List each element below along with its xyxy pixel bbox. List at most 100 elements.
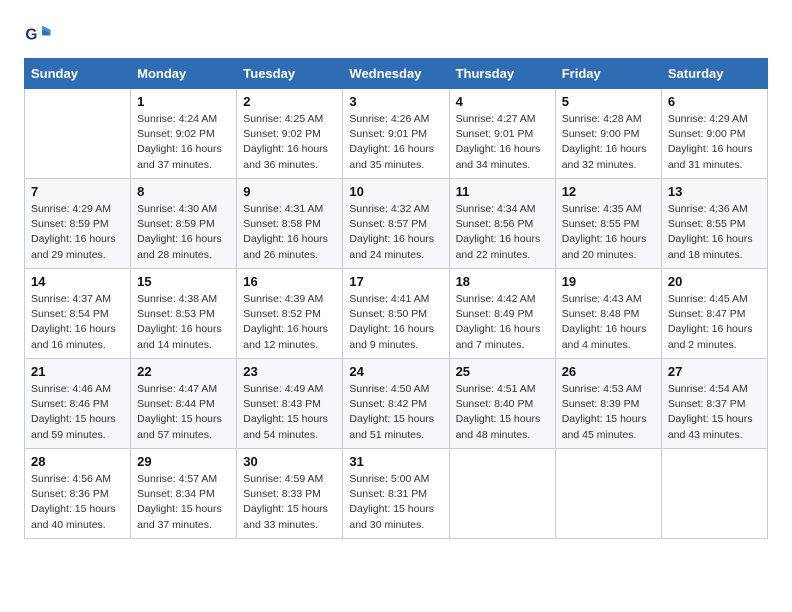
calendar-week-row: 28 Sunrise: 4:56 AM Sunset: 8:36 PM Dayli… [25, 449, 768, 539]
day-info: Sunrise: 4:53 AM Sunset: 8:39 PM Dayligh… [562, 382, 655, 443]
day-info: Sunrise: 4:42 AM Sunset: 8:49 PM Dayligh… [456, 292, 549, 353]
day-number: 9 [243, 184, 336, 199]
calendar-cell: 31Sunrise: 5:00 AM Sunset: 8:31 PM Dayli… [343, 449, 449, 539]
day-number: 14 [31, 274, 124, 289]
calendar-cell: 26 Sunrise: 4:53 AM Sunset: 8:39 PM Dayli… [555, 359, 661, 449]
calendar-cell [25, 89, 131, 179]
calendar-cell: 19 Sunrise: 4:43 AM Sunset: 8:48 PM Dayli… [555, 269, 661, 359]
weekday-header: Saturday [661, 59, 767, 89]
calendar-cell: 29 Sunrise: 4:57 AM Sunset: 8:34 PM Dayli… [131, 449, 237, 539]
day-number: 5 [562, 94, 655, 109]
day-info: Sunrise: 4:29 AM Sunset: 9:00 PM Dayligh… [668, 112, 761, 173]
day-info: Sunrise: 4:46 AM Sunset: 8:46 PM Dayligh… [31, 382, 124, 443]
day-number: 23 [243, 364, 336, 379]
day-number: 7 [31, 184, 124, 199]
calendar-cell [661, 449, 767, 539]
day-info: Sunrise: 4:24 AM Sunset: 9:02 PM Dayligh… [137, 112, 230, 173]
day-info: Sunrise: 4:34 AM Sunset: 8:56 PM Dayligh… [456, 202, 549, 263]
weekday-header: Tuesday [237, 59, 343, 89]
calendar-cell: 18Sunrise: 4:42 AM Sunset: 8:49 PM Dayli… [449, 269, 555, 359]
weekday-header: Monday [131, 59, 237, 89]
day-number: 12 [562, 184, 655, 199]
calendar-cell: 16 Sunrise: 4:39 AM Sunset: 8:52 PM Dayli… [237, 269, 343, 359]
calendar-cell: 15 Sunrise: 4:38 AM Sunset: 8:53 PM Dayli… [131, 269, 237, 359]
calendar-week-row: 21 Sunrise: 4:46 AM Sunset: 8:46 PM Dayli… [25, 359, 768, 449]
day-info: Sunrise: 4:49 AM Sunset: 8:43 PM Dayligh… [243, 382, 336, 443]
day-info: Sunrise: 4:56 AM Sunset: 8:36 PM Dayligh… [31, 472, 124, 533]
day-info: Sunrise: 4:35 AM Sunset: 8:55 PM Dayligh… [562, 202, 655, 263]
day-number: 6 [668, 94, 761, 109]
calendar-cell: 7 Sunrise: 4:29 AM Sunset: 8:59 PM Daylig… [25, 179, 131, 269]
day-info: Sunrise: 4:59 AM Sunset: 8:33 PM Dayligh… [243, 472, 336, 533]
day-number: 10 [349, 184, 442, 199]
day-number: 27 [668, 364, 761, 379]
calendar-cell: 6 Sunrise: 4:29 AM Sunset: 9:00 PM Daylig… [661, 89, 767, 179]
calendar-cell: 1Sunrise: 4:24 AM Sunset: 9:02 PM Daylig… [131, 89, 237, 179]
calendar-week-row: 14 Sunrise: 4:37 AM Sunset: 8:54 PM Dayli… [25, 269, 768, 359]
logo-icon: G [24, 20, 52, 48]
day-number: 26 [562, 364, 655, 379]
calendar-cell: 14 Sunrise: 4:37 AM Sunset: 8:54 PM Dayli… [25, 269, 131, 359]
day-number: 31 [349, 454, 442, 469]
day-number: 16 [243, 274, 336, 289]
day-number: 21 [31, 364, 124, 379]
day-info: Sunrise: 4:57 AM Sunset: 8:34 PM Dayligh… [137, 472, 230, 533]
logo: G [24, 20, 56, 48]
calendar-cell: 27 Sunrise: 4:54 AM Sunset: 8:37 PM Dayli… [661, 359, 767, 449]
calendar-table: SundayMondayTuesdayWednesdayThursdayFrid… [24, 58, 768, 539]
calendar-cell: 21 Sunrise: 4:46 AM Sunset: 8:46 PM Dayli… [25, 359, 131, 449]
day-info: Sunrise: 4:26 AM Sunset: 9:01 PM Dayligh… [349, 112, 442, 173]
calendar-cell: 8Sunrise: 4:30 AM Sunset: 8:59 PM Daylig… [131, 179, 237, 269]
header: G [24, 20, 768, 48]
day-info: Sunrise: 4:32 AM Sunset: 8:57 PM Dayligh… [349, 202, 442, 263]
svg-text:G: G [25, 27, 37, 44]
calendar-cell [449, 449, 555, 539]
calendar-cell: 28 Sunrise: 4:56 AM Sunset: 8:36 PM Dayli… [25, 449, 131, 539]
calendar-cell: 13Sunrise: 4:36 AM Sunset: 8:55 PM Dayli… [661, 179, 767, 269]
calendar-cell: 4 Sunrise: 4:27 AM Sunset: 9:01 PM Daylig… [449, 89, 555, 179]
calendar-cell: 20 Sunrise: 4:45 AM Sunset: 8:47 PM Dayli… [661, 269, 767, 359]
day-info: Sunrise: 4:39 AM Sunset: 8:52 PM Dayligh… [243, 292, 336, 353]
day-info: Sunrise: 4:31 AM Sunset: 8:58 PM Dayligh… [243, 202, 336, 263]
day-number: 3 [349, 94, 442, 109]
calendar-cell: 30 Sunrise: 4:59 AM Sunset: 8:33 PM Dayli… [237, 449, 343, 539]
calendar-cell: 22Sunrise: 4:47 AM Sunset: 8:44 PM Dayli… [131, 359, 237, 449]
weekday-header: Friday [555, 59, 661, 89]
day-info: Sunrise: 4:27 AM Sunset: 9:01 PM Dayligh… [456, 112, 549, 173]
day-number: 29 [137, 454, 230, 469]
day-info: Sunrise: 4:47 AM Sunset: 8:44 PM Dayligh… [137, 382, 230, 443]
day-info: Sunrise: 4:41 AM Sunset: 8:50 PM Dayligh… [349, 292, 442, 353]
day-number: 2 [243, 94, 336, 109]
day-number: 19 [562, 274, 655, 289]
day-number: 4 [456, 94, 549, 109]
calendar-cell: 10 Sunrise: 4:32 AM Sunset: 8:57 PM Dayli… [343, 179, 449, 269]
calendar-cell [555, 449, 661, 539]
calendar-header: SundayMondayTuesdayWednesdayThursdayFrid… [25, 59, 768, 89]
calendar-week-row: 7 Sunrise: 4:29 AM Sunset: 8:59 PM Daylig… [25, 179, 768, 269]
day-info: Sunrise: 4:54 AM Sunset: 8:37 PM Dayligh… [668, 382, 761, 443]
calendar-cell: 24 Sunrise: 4:50 AM Sunset: 8:42 PM Dayli… [343, 359, 449, 449]
day-info: Sunrise: 4:50 AM Sunset: 8:42 PM Dayligh… [349, 382, 442, 443]
day-number: 15 [137, 274, 230, 289]
day-info: Sunrise: 4:38 AM Sunset: 8:53 PM Dayligh… [137, 292, 230, 353]
day-number: 25 [456, 364, 549, 379]
calendar-week-row: 1Sunrise: 4:24 AM Sunset: 9:02 PM Daylig… [25, 89, 768, 179]
weekday-header: Thursday [449, 59, 555, 89]
day-number: 24 [349, 364, 442, 379]
weekday-header: Wednesday [343, 59, 449, 89]
day-number: 28 [31, 454, 124, 469]
day-info: Sunrise: 4:51 AM Sunset: 8:40 PM Dayligh… [456, 382, 549, 443]
weekday-row: SundayMondayTuesdayWednesdayThursdayFrid… [25, 59, 768, 89]
calendar-cell: 17Sunrise: 4:41 AM Sunset: 8:50 PM Dayli… [343, 269, 449, 359]
calendar-cell: 3 Sunrise: 4:26 AM Sunset: 9:01 PM Daylig… [343, 89, 449, 179]
day-number: 11 [456, 184, 549, 199]
day-info: Sunrise: 4:45 AM Sunset: 8:47 PM Dayligh… [668, 292, 761, 353]
weekday-header: Sunday [25, 59, 131, 89]
day-info: Sunrise: 4:28 AM Sunset: 9:00 PM Dayligh… [562, 112, 655, 173]
day-number: 20 [668, 274, 761, 289]
day-number: 30 [243, 454, 336, 469]
day-info: Sunrise: 4:29 AM Sunset: 8:59 PM Dayligh… [31, 202, 124, 263]
day-info: Sunrise: 4:37 AM Sunset: 8:54 PM Dayligh… [31, 292, 124, 353]
day-info: Sunrise: 4:43 AM Sunset: 8:48 PM Dayligh… [562, 292, 655, 353]
day-number: 13 [668, 184, 761, 199]
